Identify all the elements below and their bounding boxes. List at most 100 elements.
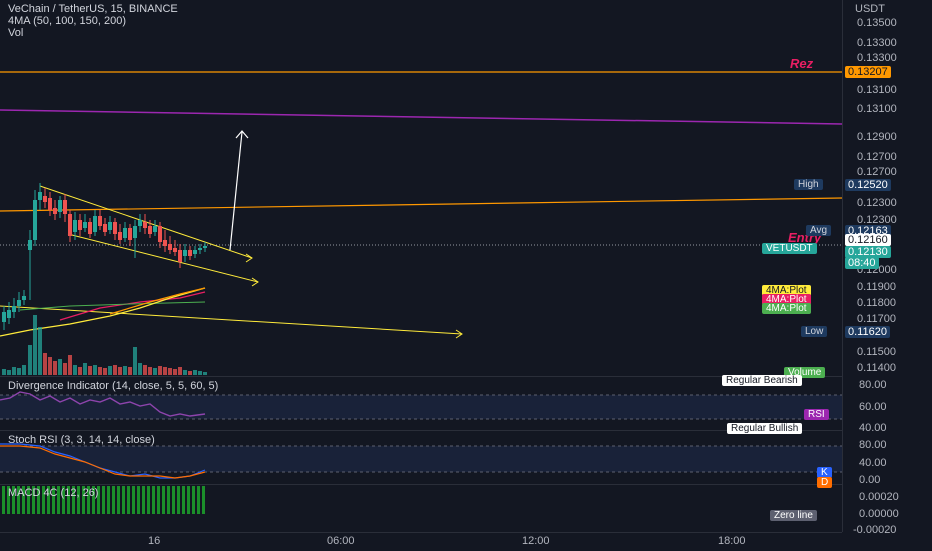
volume-bar [43,353,47,375]
divergence-pane-title[interactable]: Divergence Indicator (14, close, 5, 5, 6… [8,380,218,392]
macd-bar [127,486,130,514]
candle-body [38,192,42,200]
candle-body [118,232,122,240]
candle-body [138,220,142,226]
volume-bar [63,363,67,375]
last-price-label: 0.12160 [845,234,891,246]
price-tick: 0.11700 [857,313,896,325]
price-axis[interactable]: USDT 0.13500 0.13300 0.13300 0.13100 0.1… [842,0,932,536]
macd-bar [187,486,190,514]
candle-body [22,296,26,300]
candle-body [108,222,112,230]
vol-legend[interactable]: Vol [8,27,23,39]
volume-bar [188,371,192,375]
macd-bar [157,486,160,514]
macd-bar [142,486,145,514]
low-price-label: 0.11620 [845,326,890,338]
macd-bar [102,486,105,514]
macd-bar [147,486,150,514]
volume-bar [153,368,157,375]
stoch-d-tag: D [817,477,833,488]
candle-body [12,306,16,312]
candle-body [128,228,132,240]
volume-bar [168,368,172,375]
candle-body [113,222,117,234]
candle-body [98,216,102,226]
stoch-pane-title[interactable]: Stoch RSI (3, 3, 14, 14, close) [8,434,155,446]
volume-bar [22,365,26,375]
macd-bar [177,486,180,514]
stoch-tick: 40.00 [859,457,887,469]
price-tick: 0.13100 [857,84,897,96]
high-tag: High [794,179,823,190]
macd-bar [182,486,185,514]
pane-separator-1[interactable] [0,376,842,377]
volume-bar [173,369,177,375]
symbol-tag: VETUSDT [762,243,817,254]
macd-tick: 0.00020 [859,491,899,503]
candle-body [78,220,82,230]
volume-bar [148,367,152,375]
ma-legend[interactable]: 4MA (50, 100, 150, 200) [8,15,126,27]
time-tick: 16 [148,535,161,547]
purple-trend-line[interactable] [0,109,843,125]
candle-body [103,224,107,232]
chart-canvas[interactable] [0,0,843,532]
candle-body [33,200,37,240]
candle-body [158,226,162,242]
time-axis[interactable] [0,532,842,551]
avg-tag: Avg [806,225,832,236]
volume-bar [17,368,21,375]
volume-bar [48,357,52,375]
macd-bar [202,486,205,514]
macd-tick: -0.00020 [853,524,897,536]
macd-bar [192,486,195,514]
projection-arrow[interactable] [229,131,243,251]
candle-body [178,250,182,262]
volume-bar [83,363,87,375]
price-tick: 0.11800 [857,297,896,309]
macd-bar [112,486,115,514]
pane-separator-3[interactable] [0,484,842,485]
candle-body [148,226,152,234]
volume-bar [113,365,117,375]
pane-separator-2[interactable] [0,430,842,431]
currency-label[interactable]: USDT [855,3,885,15]
price-tick: 0.12700 [857,166,897,178]
volume-bar [78,367,82,375]
candle-body [58,200,62,212]
chart-plot-area[interactable]: Rez Entry VeChain / TetherUS, 15, BINANC… [0,0,843,532]
symbol-legend[interactable]: VeChain / TetherUS, 15, BINANCE [8,3,178,15]
macd-tick: 0.00000 [859,508,899,520]
volume-bar [143,365,147,375]
long-yellow-line[interactable] [0,305,463,335]
candle-body [53,208,57,214]
orange-trend-line[interactable] [0,197,843,212]
arrow-head-1 [245,253,253,263]
volume-bar [118,367,122,375]
candle-body [2,312,6,322]
rsi-tick: 80.00 [859,379,887,391]
ma-line-orange [109,287,206,315]
volume-bar [138,363,142,375]
ma-plot-tag-3: 4MA:Plot [762,303,811,314]
macd-bar [2,486,5,514]
candle-body [203,246,207,248]
volume-bar [183,370,187,375]
macd-bar [107,486,110,514]
macd-bar [117,486,120,514]
volume-bar [73,365,77,375]
volume-bar [38,327,42,375]
candle-body [188,250,192,256]
price-tick: 0.13300 [857,37,897,49]
time-tick: 18:00 [718,535,746,547]
candle-body [68,214,72,236]
candle-body [153,226,157,232]
arrow-head-2 [251,277,259,287]
candle-body [183,250,187,256]
candle-body [163,240,167,246]
price-tick: 0.11400 [857,362,896,374]
rez-annotation[interactable]: Rez [790,56,813,71]
stoch-tick: 80.00 [859,439,887,451]
macd-pane-title[interactable]: MACD 4C (12, 26) [8,487,98,499]
